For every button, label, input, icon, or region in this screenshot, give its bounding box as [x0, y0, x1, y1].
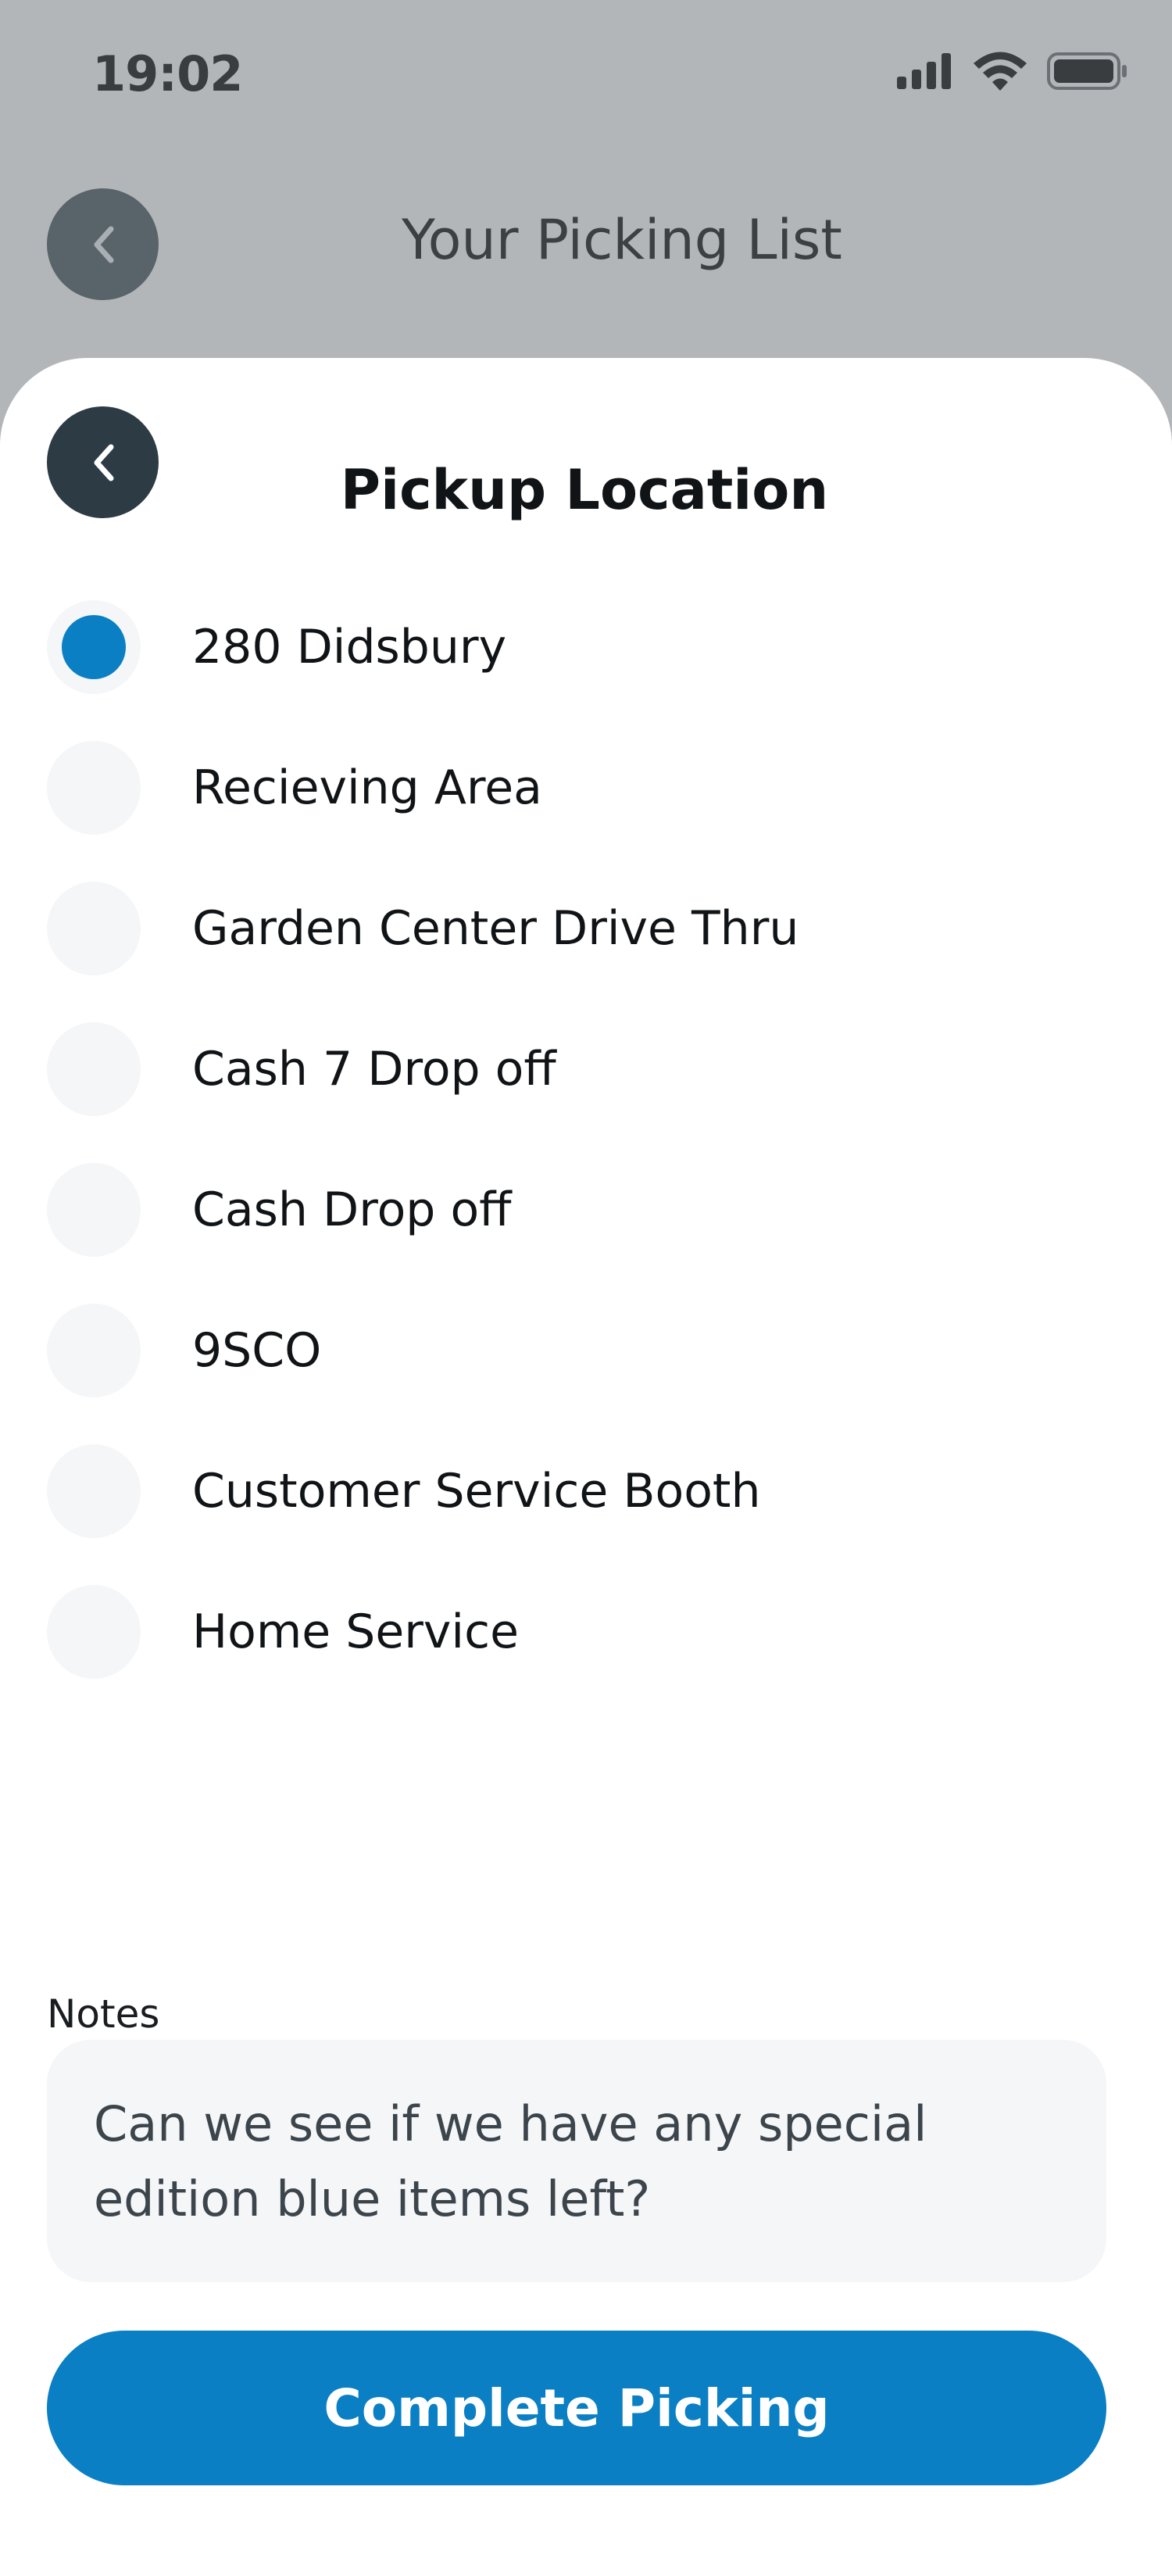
option-label: Cash 7 Drop off — [192, 1042, 556, 1097]
option-label: Recieving Area — [192, 760, 542, 815]
radio-button[interactable] — [47, 1163, 141, 1257]
location-option[interactable]: Home Service — [47, 1562, 1125, 1702]
header-title: Your Picking List — [402, 208, 842, 272]
radio-selected-dot — [62, 615, 126, 679]
option-label: 280 Didsbury — [192, 620, 507, 674]
location-option[interactable]: Cash Drop off — [47, 1140, 1125, 1280]
location-option[interactable]: 9SCO — [47, 1280, 1125, 1421]
radio-button[interactable] — [47, 1585, 141, 1679]
location-option[interactable]: 280 Didsbury — [47, 577, 1125, 717]
picking-list-header: Your Picking List — [0, 180, 1172, 305]
status-icons — [897, 52, 1128, 91]
radio-button[interactable] — [47, 1022, 141, 1116]
option-label: 9SCO — [192, 1323, 322, 1378]
location-option[interactable]: Recieving Area — [47, 717, 1125, 858]
option-label: Home Service — [192, 1605, 520, 1659]
pickup-location-sheet: Pickup Location 280 Didsbury Recieving A… — [0, 358, 1172, 2576]
status-time: 19:02 — [92, 45, 243, 102]
complete-picking-button[interactable]: Complete Picking — [47, 2331, 1106, 2485]
radio-button[interactable] — [47, 1444, 141, 1538]
radio-button[interactable] — [47, 600, 141, 694]
screen: 19:02 Your Picking List Pickup Location … — [0, 0, 1172, 2576]
location-options: 280 Didsbury Recieving Area Garden Cente… — [47, 577, 1125, 1702]
location-option[interactable]: Customer Service Booth — [47, 1421, 1125, 1562]
radio-button[interactable] — [47, 741, 141, 835]
option-label: Cash Drop off — [192, 1182, 512, 1237]
status-bar: 19:02 — [0, 0, 1172, 148]
sheet-title: Pickup Location — [340, 458, 829, 522]
location-option[interactable]: Garden Center Drive Thru — [47, 858, 1125, 999]
battery-icon — [1047, 52, 1127, 90]
wifi-icon — [974, 52, 1027, 91]
notes-label: Notes — [47, 1991, 160, 2037]
option-label: Customer Service Booth — [192, 1464, 761, 1519]
signal-icon — [897, 53, 951, 89]
location-option[interactable]: Cash 7 Drop off — [47, 999, 1125, 1140]
option-label: Garden Center Drive Thru — [192, 901, 799, 956]
radio-button[interactable] — [47, 882, 141, 975]
notes-field[interactable]: Can we see if we have any special editio… — [47, 2040, 1106, 2282]
radio-button[interactable] — [47, 1304, 141, 1397]
